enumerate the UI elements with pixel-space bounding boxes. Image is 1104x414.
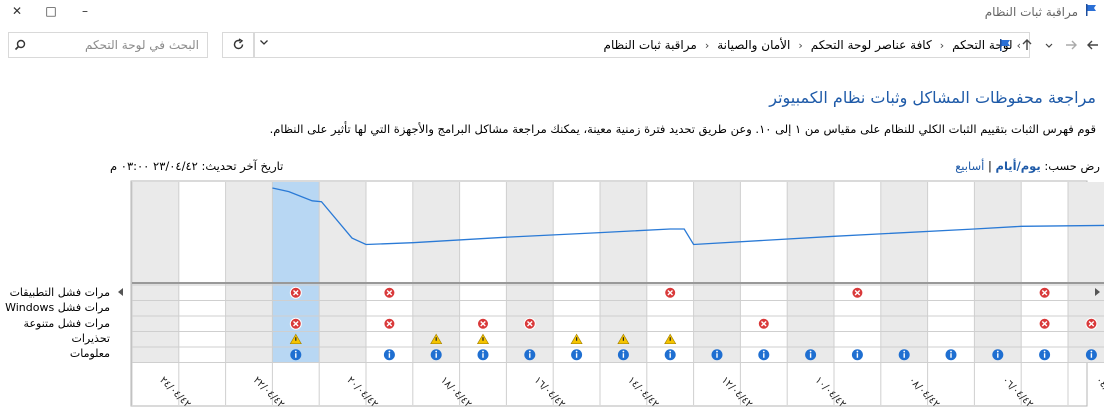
information-icon-dot <box>294 350 297 353</box>
view-by-toggle: رض حسب: يوم/أيام | أسابيع <box>955 159 1100 173</box>
information-icon-mark <box>1043 353 1046 358</box>
minimize-button[interactable]: – <box>68 0 102 22</box>
breadcrumb-item-all-items[interactable]: كافة عناصر لوحة التحكم <box>811 38 932 52</box>
page-title: مراجعة محفوظات المشاكل وثبات نظام الكمبي… <box>769 88 1096 107</box>
day-column-shade <box>506 182 554 363</box>
information-icon-dot <box>482 350 484 353</box>
information-icon-dot <box>669 350 672 353</box>
search-placeholder: البحث في لوحة التحكم <box>85 38 199 52</box>
information-icon-dot <box>1043 350 1046 353</box>
address-dropdown-icon[interactable] <box>259 37 269 50</box>
last-updated: تاريخ آخر تحديث: ٢٣/٠٤/٤٢ ‎٠٣:٠٠ م <box>110 159 284 173</box>
information-icon-dot <box>575 350 578 353</box>
information-icon-dot <box>996 350 999 353</box>
information-icon-mark <box>997 353 999 358</box>
information-icon-mark <box>763 353 765 358</box>
refresh-button[interactable] <box>222 32 254 58</box>
information-icon-mark <box>716 353 718 358</box>
breadcrumb-item-security-maintenance[interactable]: الأمان والصيانة <box>717 38 790 52</box>
view-days-link[interactable]: يوم/أيام <box>996 159 1041 173</box>
recent-locations-icon[interactable] <box>1038 32 1060 58</box>
search-icon <box>9 39 31 51</box>
information-icon-dot <box>622 350 625 353</box>
page-description: قوم فهرس الثبات بتقييم الثبات الكلي للنظ… <box>269 122 1096 136</box>
information-icon-mark <box>482 353 484 358</box>
day-column-shade <box>319 182 366 363</box>
window-title-area: مراقبة ثبات النظام <box>985 2 1098 21</box>
information-icon-mark <box>388 353 391 358</box>
maximize-button[interactable]: □ <box>34 0 68 22</box>
breadcrumb-item-reliability-monitor[interactable]: مراقبة ثبات النظام <box>604 38 697 52</box>
day-column-shade <box>974 182 1022 363</box>
back-arrow-icon[interactable] <box>1082 32 1104 58</box>
reliability-chart[interactable]: 1051٢٤/٠٤/٤٢٢٢/٠٤/٤٢٢٠/٠٤/٤٢١٨/٠٤/٤٢١٦/٠… <box>114 180 1104 410</box>
day-column-shade <box>693 182 741 363</box>
address-bar[interactable]: › لوحة التحكم ‹ كافة عناصر لوحة التحكم ‹… <box>254 32 1030 58</box>
warning-icon-mark <box>622 337 624 341</box>
breadcrumb-chevron-icon: ‹ <box>939 38 945 52</box>
information-icon-mark <box>1090 353 1093 358</box>
up-arrow-icon[interactable] <box>1016 32 1038 58</box>
information-icon-dot <box>762 350 765 353</box>
information-icon-mark <box>903 353 905 358</box>
close-button[interactable]: ✕ <box>0 0 34 22</box>
scroll-left-arrow-icon[interactable] <box>118 288 123 296</box>
information-icon-mark <box>435 353 437 358</box>
day-column-shade <box>1068 182 1104 363</box>
x-axis-date-label: ٠٤/٠٤/٤٢ <box>1093 375 1104 410</box>
navigation-bar: البحث في لوحة التحكم › لوحة التحكم ‹ كاف… <box>0 32 1104 62</box>
window-title: مراقبة ثبات النظام <box>984 4 1078 19</box>
warning-icon-mark <box>669 337 671 341</box>
refresh-icon <box>232 36 245 55</box>
breadcrumb-chevron-icon: ‹ <box>798 38 803 52</box>
information-icon-dot <box>435 350 438 353</box>
flag-icon <box>1084 2 1098 21</box>
information-icon-mark <box>575 353 578 358</box>
row-label-app-failures: مرات فشل التطبيقات <box>9 286 110 299</box>
row-label-windows-failures: مرات فشل Windows <box>5 301 110 314</box>
information-icon-dot <box>950 350 952 353</box>
navigation-buttons <box>994 32 1104 58</box>
warning-icon-mark <box>576 337 578 341</box>
day-column-shade <box>880 182 928 363</box>
information-icon-mark <box>856 353 859 358</box>
day-column-shade <box>225 182 273 363</box>
information-icon-mark <box>529 353 531 358</box>
row-label-warnings: تحذيرات <box>71 332 110 345</box>
window-controls: ✕ □ – <box>0 0 102 24</box>
warning-icon-mark <box>435 337 437 341</box>
view-separator: | <box>987 159 992 173</box>
search-input[interactable]: البحث في لوحة التحكم <box>8 32 208 58</box>
information-icon-dot <box>856 350 859 353</box>
information-icon-dot <box>528 350 531 353</box>
information-icon-dot <box>388 350 391 353</box>
forward-arrow-icon[interactable] <box>1060 32 1082 58</box>
warning-icon-mark <box>295 337 297 341</box>
view-by-label: رض حسب: <box>1044 159 1100 173</box>
information-icon-mark <box>950 353 952 358</box>
location-flag-icon <box>994 32 1016 58</box>
row-label-misc-failures: مرات فشل متنوعة <box>23 317 110 330</box>
information-icon-dot <box>1090 350 1093 353</box>
information-icon-dot <box>809 350 812 353</box>
row-label-information: معلومات <box>69 347 110 360</box>
reliability-chart-svg[interactable]: 1051٢٤/٠٤/٤٢٢٢/٠٤/٤٢٢٠/٠٤/٤٢١٨/٠٤/٤٢١٦/٠… <box>114 180 1104 410</box>
information-icon-mark <box>669 353 671 358</box>
warning-icon-mark <box>482 337 484 341</box>
information-icon-dot <box>716 350 718 353</box>
breadcrumb: › لوحة التحكم ‹ كافة عناصر لوحة التحكم ‹… <box>604 38 1029 52</box>
title-bar: ✕ □ – مراقبة ثبات النظام <box>0 0 1104 24</box>
breadcrumb-chevron-icon: ‹ <box>704 38 710 52</box>
information-icon-mark <box>809 353 812 358</box>
day-column-shade <box>787 182 834 363</box>
information-icon-mark <box>622 353 625 358</box>
day-column-shade <box>132 182 179 363</box>
information-icon-mark <box>295 353 297 358</box>
information-icon-dot <box>903 350 906 353</box>
view-weeks-link[interactable]: أسابيع <box>955 159 984 173</box>
